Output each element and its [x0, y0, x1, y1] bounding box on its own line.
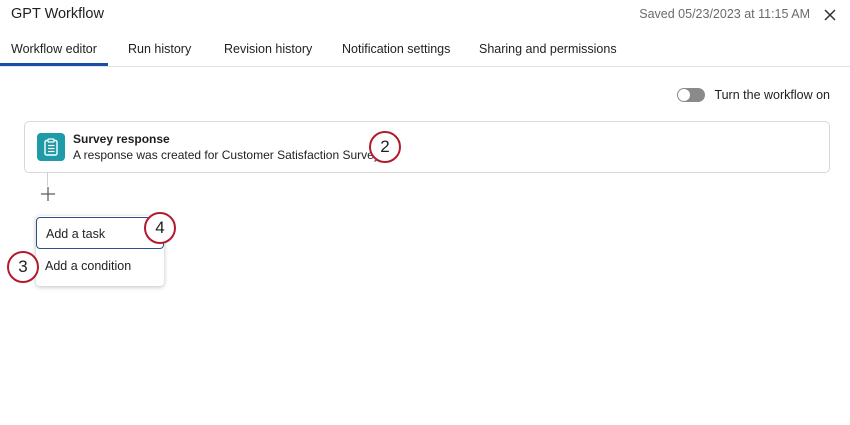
tab-workflow-editor[interactable]: Workflow editor	[11, 42, 97, 56]
trigger-title: Survey response	[73, 132, 170, 146]
workflow-toggle-row: Turn the workflow on	[677, 86, 830, 104]
active-tab-indicator	[0, 63, 108, 66]
workflow-toggle[interactable]	[677, 88, 706, 102]
tab-sharing-and-permissions[interactable]: Sharing and permissions	[479, 42, 617, 56]
tab-revision-history[interactable]: Revision history	[224, 42, 312, 56]
clipboard-icon	[37, 133, 65, 161]
add-condition-menu-item[interactable]: Add a condition	[36, 252, 164, 282]
header: GPT Workflow Saved 05/23/2023 at 11:15 A…	[0, 0, 850, 32]
tab-bar: Workflow editor Run history Revision his…	[0, 32, 850, 67]
plus-icon[interactable]	[40, 186, 56, 202]
tab-notification-settings[interactable]: Notification settings	[342, 42, 450, 56]
trigger-description: A response was created for Customer Sati…	[73, 148, 380, 162]
workflow-toggle-label: Turn the workflow on	[714, 88, 830, 102]
tab-run-history[interactable]: Run history	[128, 42, 191, 56]
trigger-card[interactable]: Survey response A response was created f…	[24, 121, 830, 173]
app-title: GPT Workflow	[11, 6, 104, 22]
callout-marker: 2	[369, 131, 401, 163]
saved-status: Saved 05/23/2023 at 11:15 AM	[639, 7, 810, 21]
callout-marker: 3	[7, 251, 39, 283]
callout-marker: 4	[144, 212, 176, 244]
connector-line	[47, 172, 48, 186]
toggle-knob	[678, 89, 691, 101]
close-icon[interactable]	[820, 5, 840, 25]
